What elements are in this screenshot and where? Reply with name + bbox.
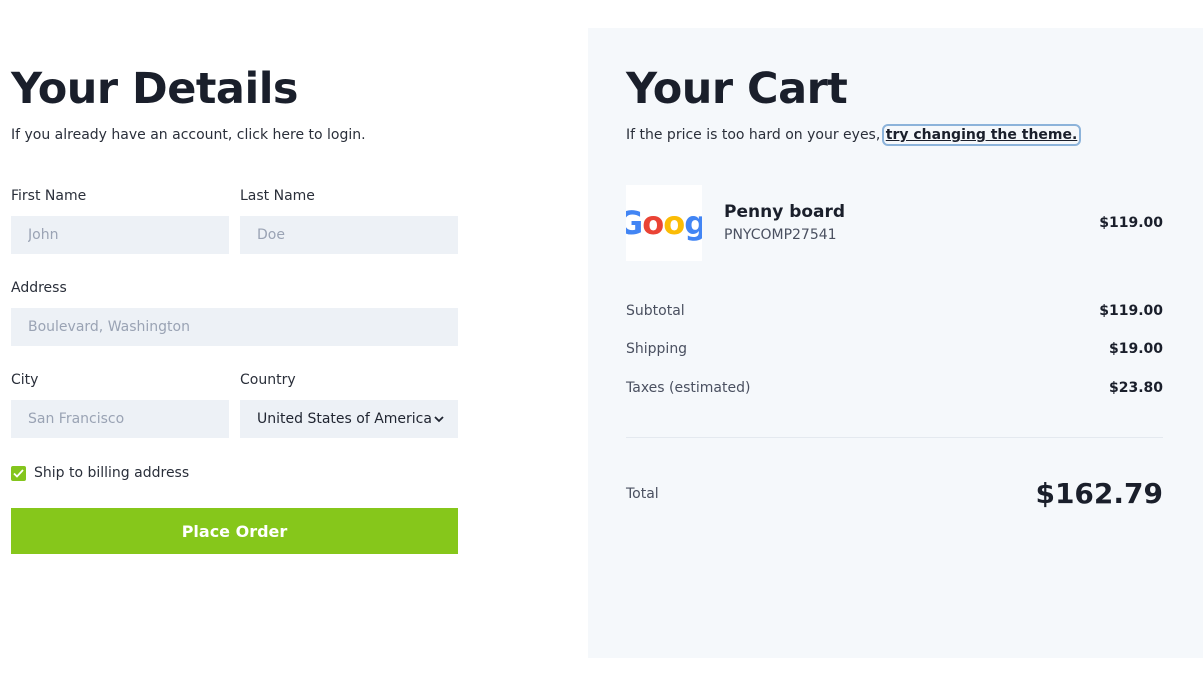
shipping-label: Shipping xyxy=(626,341,688,357)
change-theme-link[interactable]: try changing the theme. xyxy=(881,124,1082,146)
product-sku: PNYCOMP27541 xyxy=(724,227,837,243)
theme-prompt-text: If the price is too hard on your eyes, xyxy=(626,127,885,143)
first-name-input[interactable] xyxy=(11,216,229,254)
subtotal-value: $119.00 xyxy=(1099,303,1163,319)
shipping-value: $19.00 xyxy=(1108,341,1163,357)
total-value: $162.79 xyxy=(1035,477,1163,510)
product-thumbnail: Googl xyxy=(626,185,702,261)
ship-to-billing-label: Ship to billing address xyxy=(34,465,190,481)
product-name: Penny board xyxy=(724,202,846,222)
taxes-label: Taxes (estimated) xyxy=(626,380,751,396)
theme-prompt: If the price is too hard on your eyes, t… xyxy=(626,124,1082,146)
total-label: Total xyxy=(626,486,659,502)
first-name-label: First Name xyxy=(11,188,87,204)
ship-to-billing-option[interactable]: Ship to billing address xyxy=(11,465,189,481)
taxes-value: $23.80 xyxy=(1108,380,1163,396)
address-label: Address xyxy=(11,280,67,296)
chevron-down-icon xyxy=(434,412,444,426)
address-input[interactable] xyxy=(11,308,458,346)
ship-to-billing-checkbox[interactable] xyxy=(11,465,26,481)
last-name-input[interactable] xyxy=(240,216,458,254)
product-thumbnail-logo: Googl xyxy=(626,204,702,242)
country-select[interactable]: United States of America xyxy=(240,400,458,438)
cart-title: Your Cart xyxy=(626,64,848,114)
cart-panel: Your Cart If the price is too hard on yo… xyxy=(588,28,1203,658)
login-prompt[interactable]: If you already have an account, click he… xyxy=(11,127,366,143)
city-label: City xyxy=(11,372,39,388)
details-title: Your Details xyxy=(11,64,299,114)
country-label: Country xyxy=(240,372,296,388)
check-icon xyxy=(13,468,24,478)
country-select-value: United States of America xyxy=(257,411,432,427)
last-name-label: Last Name xyxy=(240,188,315,204)
product-price: $119.00 xyxy=(1099,215,1163,231)
city-input[interactable] xyxy=(11,400,229,438)
summary-divider xyxy=(626,437,1163,438)
checkout-page: Your Details If you already have an acco… xyxy=(0,0,1203,688)
place-order-button[interactable]: Place Order xyxy=(11,508,458,554)
subtotal-label: Subtotal xyxy=(626,303,685,319)
